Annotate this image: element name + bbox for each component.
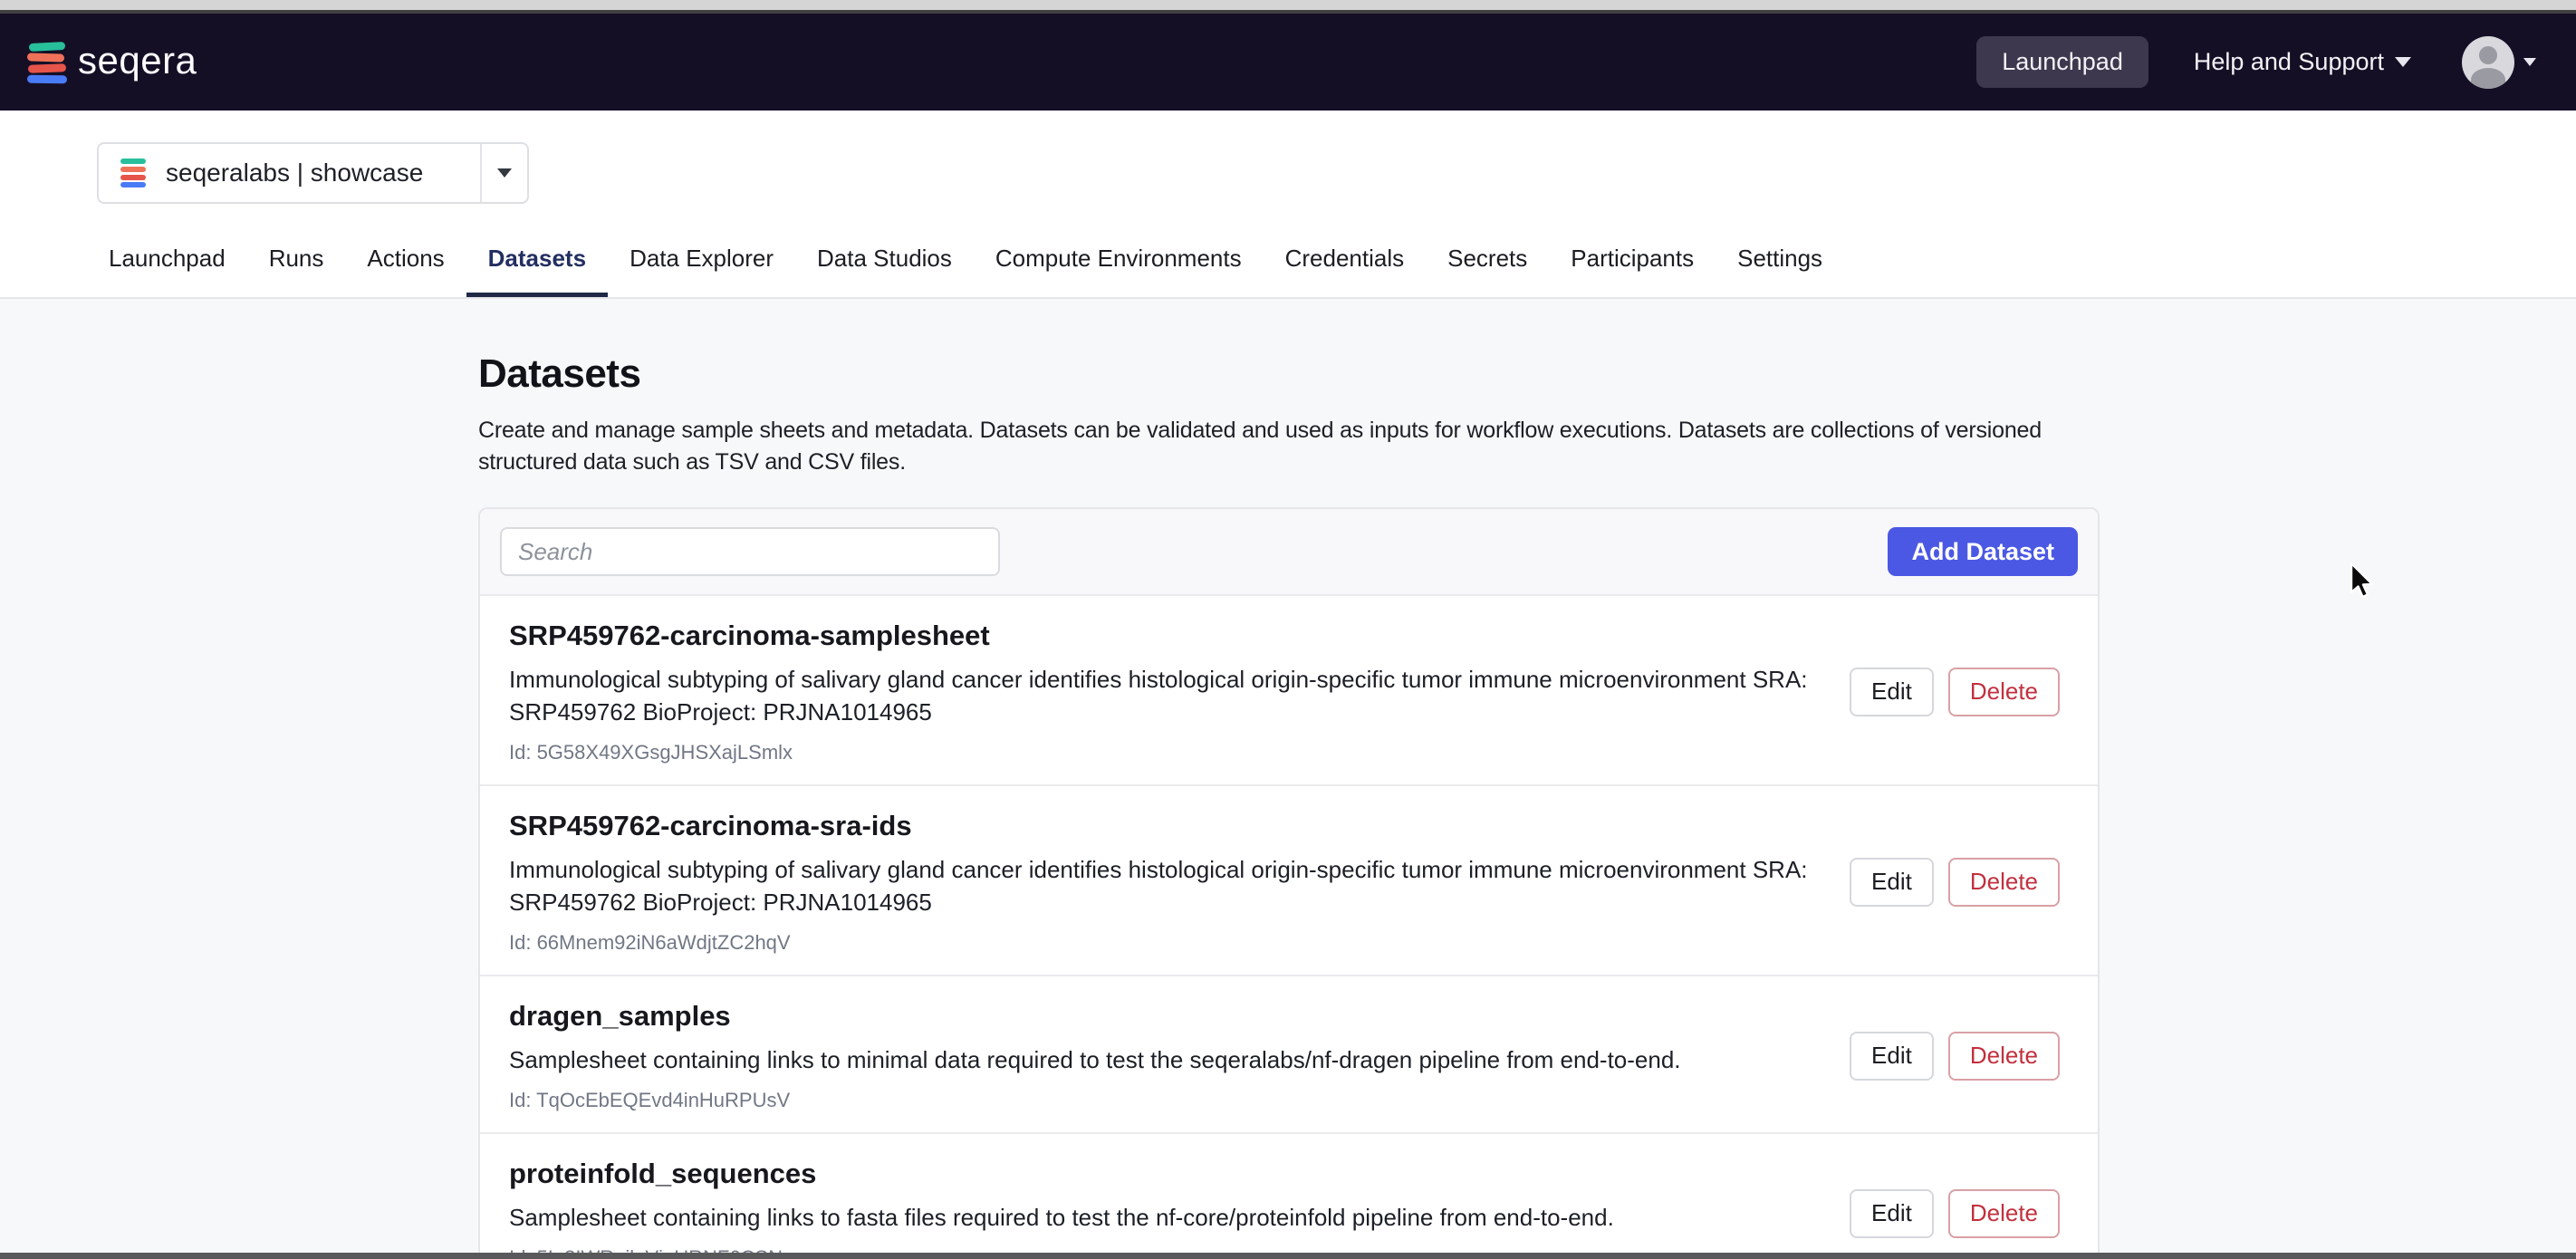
dataset-info: SRP459762-carcinoma-sra-ids Immunologica… xyxy=(509,810,1850,955)
tab-datasets[interactable]: Datasets xyxy=(466,245,609,297)
delete-button[interactable]: Delete xyxy=(1947,858,2060,907)
dataset-row: dragen_samples Samplesheet containing li… xyxy=(480,976,2098,1134)
chevron-down-icon xyxy=(2395,57,2411,67)
dataset-description: Samplesheet containing links to fasta fi… xyxy=(509,1204,1614,1231)
dataset-id: Id: TqOcEbEQEvd4inHuRPUsV xyxy=(509,1089,791,1111)
workspace-selector-value: seqeralabs | showcase xyxy=(99,144,480,202)
avatar xyxy=(2462,35,2514,89)
window-edge-top-dark xyxy=(0,10,2576,14)
dataset-description: Immunological subtyping of salivary glan… xyxy=(509,666,1808,726)
tab-secrets[interactable]: Secrets xyxy=(1426,245,1549,297)
brand-wordmark: seqera xyxy=(78,38,197,82)
dataset-actions: Edit Delete xyxy=(1850,858,2072,907)
workspace-header: seqeralabs | showcase Launchpad Runs Act… xyxy=(0,111,2576,299)
dataset-name[interactable]: SRP459762-carcinoma-samplesheet xyxy=(509,620,1850,652)
tab-settings[interactable]: Settings xyxy=(1716,245,1844,297)
tab-runs[interactable]: Runs xyxy=(247,245,346,297)
workspace-label: seqeralabs | showcase xyxy=(166,159,424,187)
help-and-support-label: Help and Support xyxy=(2193,48,2384,75)
datasets-toolbar: Add Dataset xyxy=(480,509,2098,596)
workspace-org-icon xyxy=(120,158,146,188)
chevron-down-icon xyxy=(497,168,512,178)
dataset-actions: Edit Delete xyxy=(1850,1189,2072,1238)
delete-button[interactable]: Delete xyxy=(1947,1032,2060,1081)
dataset-info: SRP459762-carcinoma-samplesheet Immunolo… xyxy=(509,620,1850,764)
dataset-description: Immunological subtyping of salivary glan… xyxy=(509,856,1808,916)
edit-button[interactable]: Edit xyxy=(1850,1189,1934,1238)
user-menu[interactable] xyxy=(2462,35,2536,89)
dataset-name[interactable]: proteinfold_sequences xyxy=(509,1158,1850,1190)
dataset-name[interactable]: SRP459762-carcinoma-sra-ids xyxy=(509,810,1850,842)
edit-button[interactable]: Edit xyxy=(1850,668,1934,716)
tab-credentials[interactable]: Credentials xyxy=(1264,245,1427,297)
dataset-info: proteinfold_sequences Samplesheet contai… xyxy=(509,1158,1850,1259)
seqera-brand[interactable]: seqera xyxy=(26,38,197,83)
dataset-id: Id: 5G58X49XGsgJHSXajLSmlx xyxy=(509,741,793,764)
tab-compute-environments[interactable]: Compute Environments xyxy=(974,245,1264,297)
seqera-logo-icon xyxy=(26,41,68,83)
page-title: Datasets xyxy=(478,351,641,396)
workspace-tabs: Launchpad Runs Actions Datasets Data Exp… xyxy=(87,245,1844,297)
window-edge-top xyxy=(0,0,2576,10)
dataset-actions: Edit Delete xyxy=(1850,668,2072,716)
dataset-row: SRP459762-carcinoma-samplesheet Immunolo… xyxy=(480,596,2098,786)
add-dataset-button[interactable]: Add Dataset xyxy=(1888,527,2078,576)
window-edge-bottom xyxy=(0,1253,2576,1259)
tab-data-explorer[interactable]: Data Explorer xyxy=(608,245,795,297)
edit-button[interactable]: Edit xyxy=(1850,1032,1934,1081)
delete-button[interactable]: Delete xyxy=(1947,1189,2060,1238)
dataset-row: SRP459762-carcinoma-sra-ids Immunologica… xyxy=(480,786,2098,976)
delete-button[interactable]: Delete xyxy=(1947,668,2060,716)
search-input[interactable] xyxy=(500,527,1000,576)
datasets-card: Add Dataset SRP459762-carcinoma-samplesh… xyxy=(478,507,2100,1259)
dataset-actions: Edit Delete xyxy=(1850,1032,2072,1081)
dataset-name[interactable]: dragen_samples xyxy=(509,1000,1850,1033)
dataset-info: dragen_samples Samplesheet containing li… xyxy=(509,1000,1850,1112)
workspace-dropdown-toggle[interactable] xyxy=(480,144,527,202)
tab-participants[interactable]: Participants xyxy=(1549,245,1716,297)
launchpad-button[interactable]: Launchpad xyxy=(1976,36,2148,88)
dataset-row: proteinfold_sequences Samplesheet contai… xyxy=(480,1134,2098,1259)
page-description: Create and manage sample sheets and meta… xyxy=(478,418,2042,475)
help-and-support-menu[interactable]: Help and Support xyxy=(2194,48,2411,76)
tab-data-studios[interactable]: Data Studios xyxy=(795,245,974,297)
dataset-description: Samplesheet containing links to minimal … xyxy=(509,1046,1681,1073)
tab-actions[interactable]: Actions xyxy=(345,245,466,297)
main-content: Datasets Create and manage sample sheets… xyxy=(0,299,2576,1259)
top-navbar: seqera Launchpad Help and Support xyxy=(0,14,2576,111)
dataset-id: Id: 66Mnem92iN6aWdjtZC2hqV xyxy=(509,931,791,954)
navbar-right-group: Launchpad Help and Support xyxy=(1976,35,2536,89)
workspace-selector[interactable]: seqeralabs | showcase xyxy=(97,142,529,204)
chevron-down-icon xyxy=(2523,58,2536,66)
edit-button[interactable]: Edit xyxy=(1850,858,1934,907)
tab-launchpad[interactable]: Launchpad xyxy=(87,245,247,297)
person-icon xyxy=(2479,45,2497,64)
